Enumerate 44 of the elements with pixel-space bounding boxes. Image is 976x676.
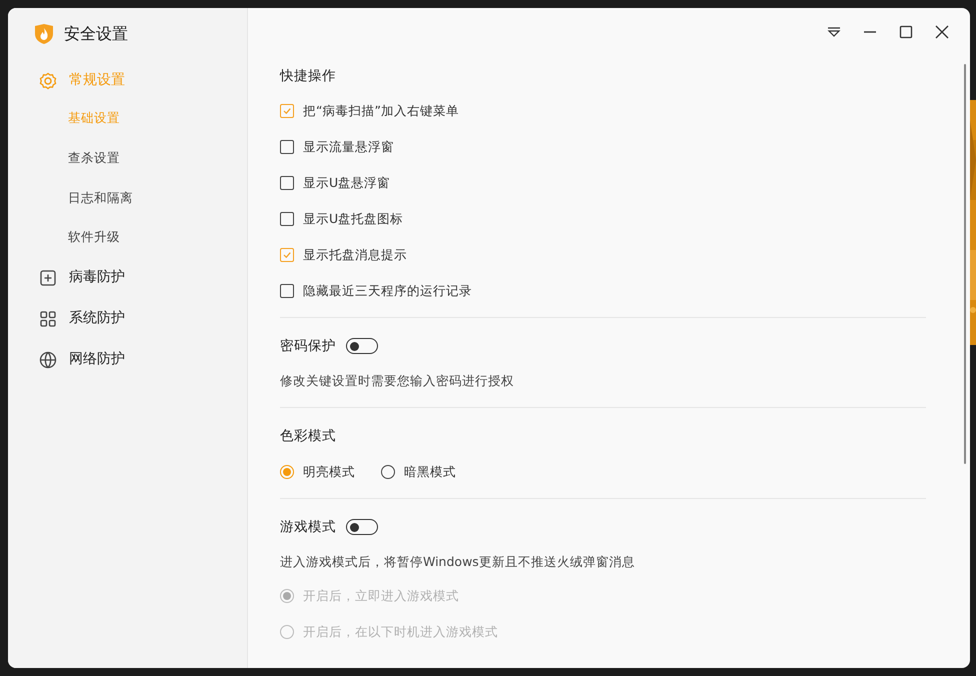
plus-square-icon: [38, 268, 58, 288]
checkbox-label: 显示流量悬浮窗: [303, 138, 394, 156]
checkbox[interactable]: [280, 248, 294, 262]
sidebar-subitem[interactable]: 查杀设置: [68, 148, 120, 168]
grid-icon: [38, 308, 58, 328]
sidebar-subitem[interactable]: 日志和隔离: [68, 188, 133, 208]
minimize-icon: [864, 31, 876, 33]
toggle-switch[interactable]: [346, 338, 378, 354]
maximize-button[interactable]: [898, 24, 914, 40]
checkbox[interactable]: [280, 176, 294, 190]
section-title: 色彩模式: [280, 427, 337, 445]
section-title: 游戏模式: [280, 518, 336, 536]
window-title: 安全设置: [64, 23, 128, 45]
radio-label: 明亮模式: [303, 463, 355, 481]
checkbox-label: 显示U盘托盘图标: [303, 210, 404, 228]
section-title: 密码保护: [280, 337, 336, 355]
toggle-switch[interactable]: [346, 519, 378, 535]
gear-icon: [38, 70, 58, 90]
radio-label: 开启后，立即进入游戏模式: [303, 587, 459, 605]
sidebar-subitem[interactable]: 软件升级: [68, 228, 120, 247]
radio-label: 暗黑模式: [404, 463, 456, 481]
checkbox-label: 显示托盘消息提示: [303, 246, 407, 264]
checkbox[interactable]: [280, 284, 294, 298]
scrollbar[interactable]: [964, 64, 966, 464]
checkbox[interactable]: [280, 104, 294, 118]
checkmark-icon: [282, 106, 292, 116]
section-title: 快捷操作: [280, 67, 337, 85]
shield-flame-icon: [34, 23, 54, 45]
radio-button[interactable]: [280, 465, 294, 479]
sidebar-item[interactable]: 网络防护: [38, 349, 125, 370]
sidebar-item[interactable]: 病毒防护: [38, 267, 125, 288]
checkmark-icon: [282, 250, 292, 260]
checkbox-label: 隐藏最近三天程序的运行记录: [303, 282, 472, 300]
checkbox-label: 把“病毒扫描”加入右键菜单: [303, 102, 459, 120]
sidebar-item[interactable]: 系统防护: [38, 308, 125, 329]
checkbox-label: 显示U盘悬浮窗: [303, 174, 390, 192]
radio-label: 开启后，在以下时机进入游戏模式: [303, 623, 498, 641]
checkbox[interactable]: [280, 212, 294, 226]
radio-button[interactable]: [381, 465, 395, 479]
description-text: 进入游戏模式后，将暂停Windows更新且不推送火绒弹窗消息: [280, 553, 636, 571]
checkbox[interactable]: [280, 140, 294, 154]
globe-icon: [38, 350, 58, 370]
close-button[interactable]: [934, 24, 950, 40]
description-text: 修改关键设置时需要您输入密码进行授权: [280, 372, 515, 390]
